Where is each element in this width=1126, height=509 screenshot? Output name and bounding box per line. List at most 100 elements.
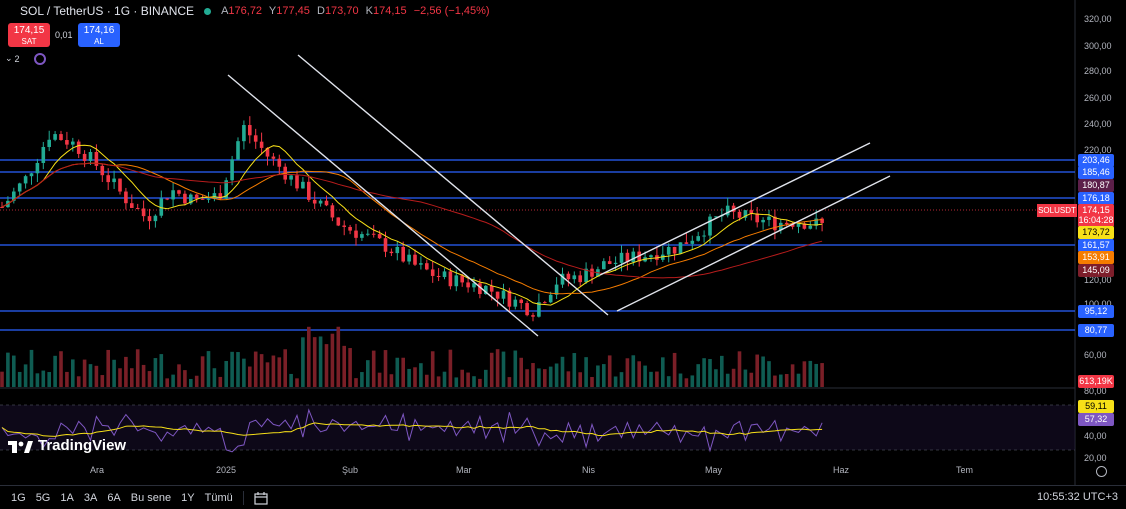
timeframe-3a[interactable]: 3A (84, 492, 97, 504)
buy-button[interactable]: 174,16 AL (78, 23, 120, 47)
candle-body (442, 271, 447, 278)
candle-body (130, 203, 134, 208)
candle-body (324, 200, 329, 206)
candle-body (519, 299, 523, 304)
volume-bar (124, 356, 128, 387)
time-axis-label: 2025 (216, 465, 237, 475)
candle-body (47, 139, 51, 147)
volume-bar (501, 351, 506, 387)
symbol-title[interactable]: SOL / TetherUS · 1G · BINANCE (20, 4, 194, 18)
candle-body (165, 198, 169, 200)
price-tag: 173,72 (1078, 226, 1114, 239)
candle-body (578, 275, 582, 283)
candle-body (808, 225, 813, 229)
candle-body (200, 198, 205, 200)
candle-body (425, 263, 429, 270)
sell-button[interactable]: 174,15 SAT (8, 23, 50, 47)
buy-price: 174,16 (83, 25, 115, 36)
date-range-icon[interactable] (254, 491, 268, 505)
volume-bar (672, 352, 677, 387)
price-tag: 95,12 (1078, 305, 1114, 318)
candle-body (88, 152, 93, 161)
timeframe-5g[interactable]: 5G (36, 492, 51, 504)
indicator-settings-icon[interactable] (34, 53, 46, 65)
ma-slow-line (1, 162, 823, 279)
volume-bar (696, 364, 700, 387)
volume-bar (425, 374, 429, 387)
candle-body (183, 193, 187, 204)
candle-body (702, 235, 706, 237)
indicators-toggle[interactable]: ⌄ 2 (5, 53, 20, 64)
candle-body (348, 226, 352, 231)
volume-bar (631, 355, 636, 387)
volume-bar (141, 364, 146, 387)
candle-body (448, 271, 453, 287)
price-tag: 80,77 (1078, 324, 1114, 337)
candle-body (407, 254, 411, 262)
time-axis-label: Tem (956, 465, 974, 475)
volume-bar (159, 354, 164, 387)
candle-body (153, 215, 158, 222)
candle-body (454, 275, 459, 287)
volume-bar (165, 378, 169, 387)
volume-bar (507, 377, 512, 387)
candle-body (17, 183, 22, 192)
candle-body (259, 141, 264, 148)
volume-bar (808, 360, 813, 387)
candle-body (135, 207, 140, 209)
timeframe-1a[interactable]: 1A (60, 492, 73, 504)
timeframe-ytd[interactable]: Bu sene (131, 492, 171, 504)
volume-bar (649, 371, 653, 387)
timeframe-all[interactable]: Tümü (205, 492, 233, 504)
volume-bar (206, 351, 211, 387)
volume-bar (489, 352, 494, 387)
candle-body (566, 273, 571, 280)
volume-bar (230, 351, 234, 387)
volume-bar (248, 366, 252, 387)
volume-bar (731, 368, 736, 387)
candle-body (330, 205, 335, 218)
candle-body (684, 242, 689, 244)
candle-body (602, 261, 606, 270)
candle-body (767, 216, 771, 220)
volume-bar (784, 374, 789, 387)
volume-bar (171, 374, 175, 387)
settings-icon[interactable] (1096, 466, 1107, 477)
candle-body (419, 263, 423, 265)
ma-fast-line (1, 144, 823, 306)
sell-price: 174,15 (13, 25, 45, 36)
volume-bar (590, 376, 594, 387)
volume-bar (212, 368, 217, 387)
open-value: 176,72 (228, 5, 263, 17)
time-axis-label: Nis (582, 465, 595, 475)
volume-bar (578, 372, 582, 387)
toolbar-divider (242, 490, 244, 505)
price-chart[interactable] (0, 0, 1126, 509)
volume-bar (607, 355, 612, 387)
volume-bar (743, 369, 748, 387)
candle-body (76, 141, 81, 154)
chart-stage[interactable] (0, 0, 1126, 509)
tradingview-logo[interactable]: TradingView (8, 437, 126, 454)
candle-body (41, 146, 46, 163)
time-axis-label: Ara (90, 465, 105, 475)
price-tag: 59,11 (1078, 400, 1114, 413)
timeframe-1y[interactable]: 1Y (181, 492, 194, 504)
volume-bar (106, 349, 110, 387)
close-label: K (365, 5, 373, 17)
volume-bar (147, 371, 152, 387)
timeframe-6a[interactable]: 6A (107, 492, 120, 504)
candle-body (430, 269, 435, 276)
timeframe-1g[interactable]: 1G (11, 492, 26, 504)
candle-body (696, 236, 700, 241)
volume-bar (678, 373, 683, 387)
volume-bar (342, 345, 346, 387)
volume-bar (643, 365, 647, 387)
candle-body (761, 219, 765, 223)
volume-bar (389, 374, 394, 387)
candle-body (678, 242, 683, 254)
candle-body (354, 230, 358, 238)
price-axis-label: 300,00 (1084, 41, 1112, 51)
volume-bar (761, 356, 765, 387)
clock[interactable]: 10:55:32 UTC+3 (1037, 491, 1118, 503)
